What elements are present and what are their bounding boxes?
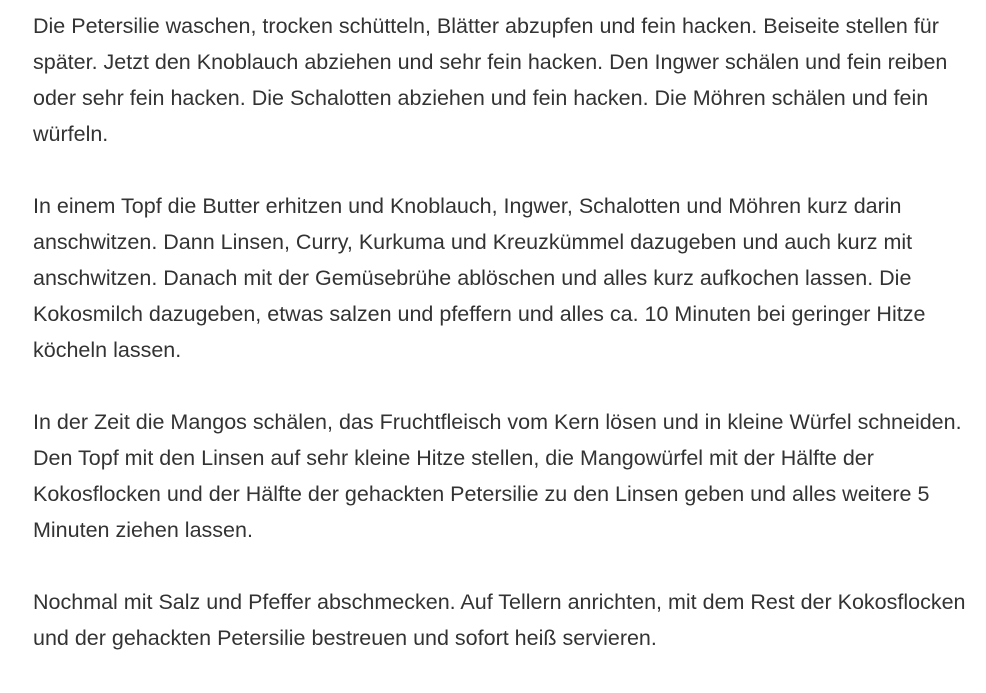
instruction-step-1: Die Petersilie waschen, trocken schüttel… — [33, 14, 948, 146]
instruction-step-4: Nochmal mit Salz und Pfeffer abschmecken… — [33, 590, 966, 650]
recipe-instructions: Die Petersilie waschen, trocken schüttel… — [33, 8, 968, 656]
instruction-step-3: In der Zeit die Mangos schälen, das Fruc… — [33, 410, 962, 542]
instruction-step-2: In einem Topf die Butter erhitzen und Kn… — [33, 194, 926, 362]
